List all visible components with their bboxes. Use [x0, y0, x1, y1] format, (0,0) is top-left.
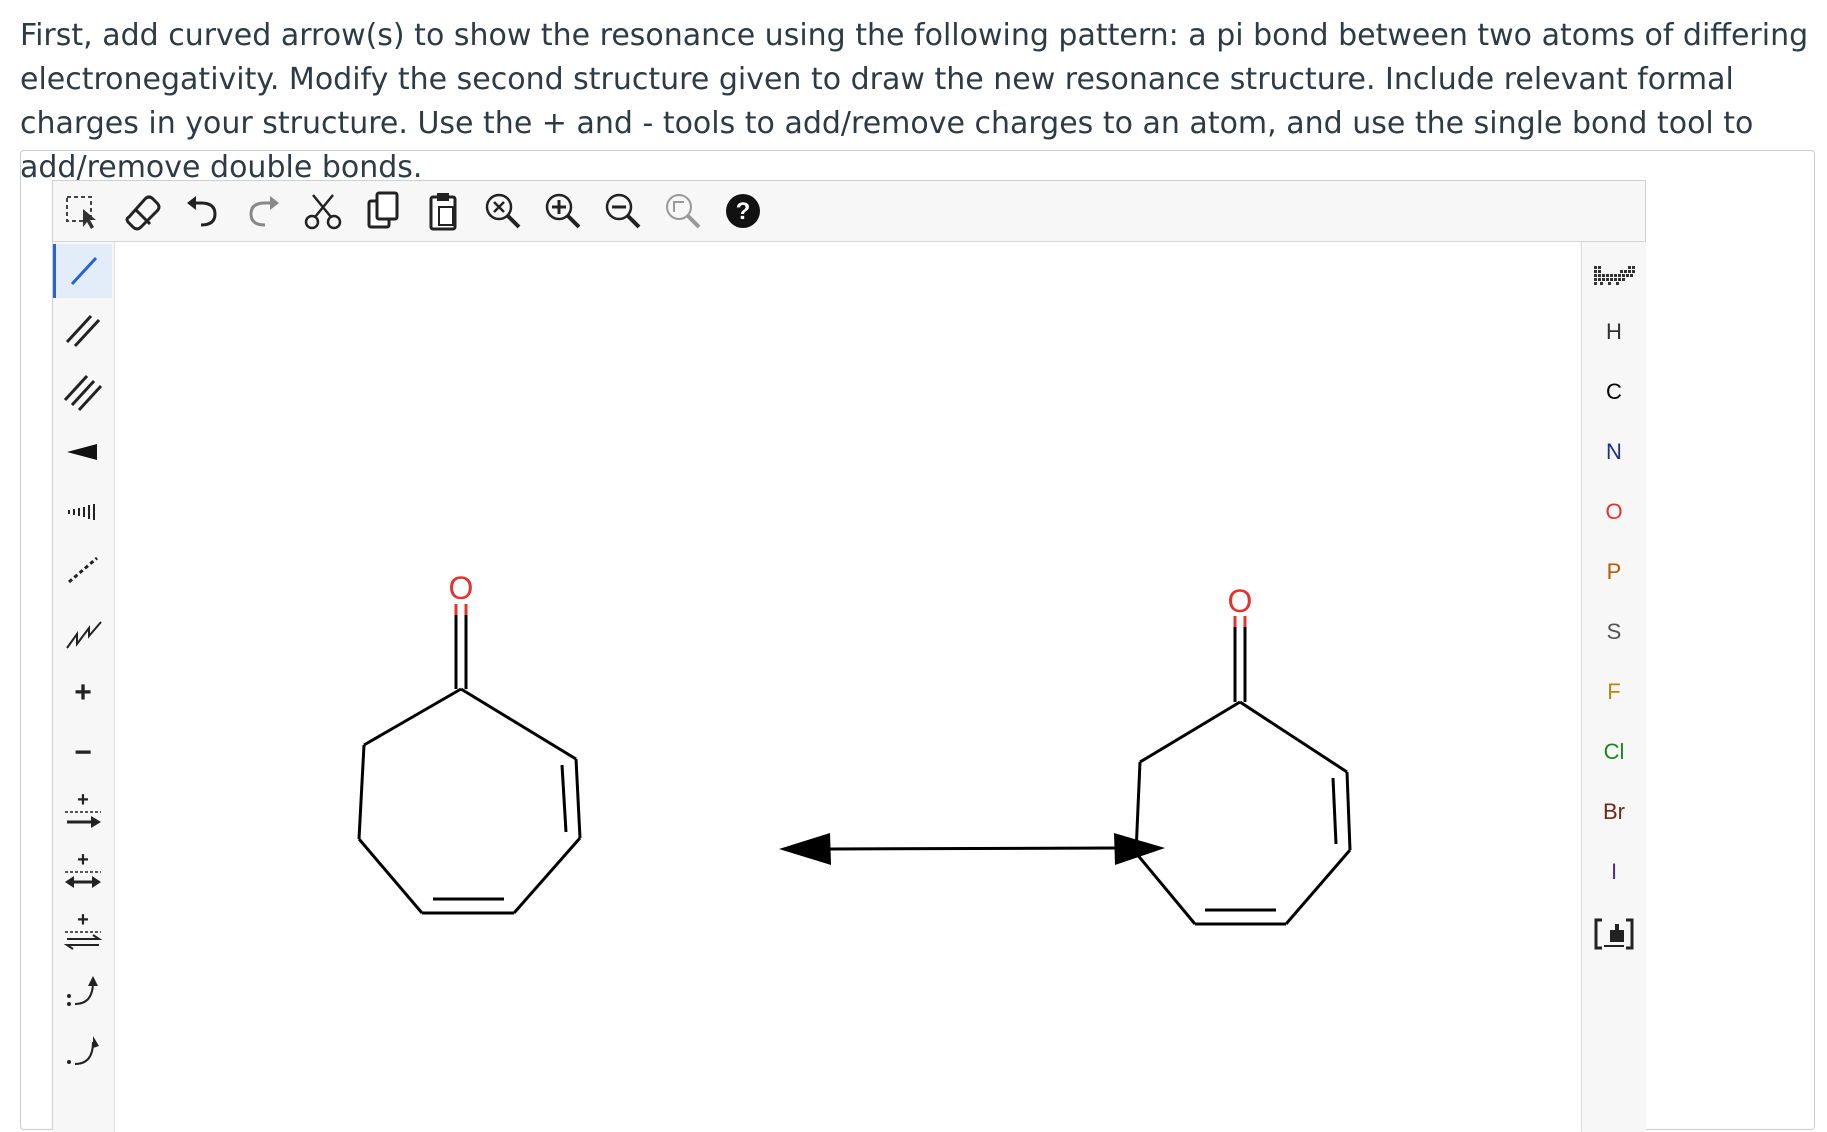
double-bond-inner [560, 764, 568, 833]
negative-charge-tool[interactable]: − [55, 724, 111, 778]
right-toolbar: H C N O P S F Cl Br I [1581, 242, 1646, 1132]
atom-f-button[interactable]: F [1582, 666, 1646, 718]
atom-p-label: P [1606, 559, 1622, 584]
oxygen-atom-label: O [449, 570, 474, 606]
double-bond-inner [1331, 777, 1338, 845]
bond [1239, 700, 1348, 774]
molecule-structures: O O [357, 570, 1352, 926]
bond [512, 837, 582, 914]
atom-br-button[interactable]: Br [1582, 786, 1646, 838]
eraser-icon[interactable] [119, 187, 167, 235]
left-toolbar: + − + + + [53, 242, 115, 1132]
drawing-canvas[interactable]: O O [115, 242, 1580, 1132]
electron-pair-arrow-tool[interactable] [55, 964, 111, 1018]
bond [1345, 771, 1352, 851]
reaction-arrow-tool[interactable]: + [55, 784, 111, 838]
triple-bond-tool[interactable] [55, 364, 111, 418]
atom-c-button[interactable]: C [1582, 366, 1646, 418]
atom-i-button[interactable]: I [1582, 846, 1646, 898]
atom-h-button[interactable]: H [1582, 306, 1646, 358]
copy-icon[interactable] [359, 187, 407, 235]
atom-c-label: C [1606, 379, 1622, 404]
zoom-fit-icon[interactable] [659, 187, 707, 235]
structure-1: O [357, 570, 582, 915]
help-label: ? [736, 198, 751, 225]
atom-n-label: N [1606, 439, 1622, 464]
atom-p-button[interactable]: P [1582, 546, 1646, 598]
resonance-arrow [779, 833, 1165, 865]
atom-n-button[interactable]: N [1582, 426, 1646, 478]
resonance-arrow-tool[interactable]: + [55, 844, 111, 898]
bond [1134, 761, 1142, 854]
bond [1139, 700, 1241, 764]
zoom-reset-icon[interactable] [479, 187, 527, 235]
svg-text:+: + [77, 849, 89, 871]
atom-s-label: S [1606, 619, 1622, 644]
select-tool-icon[interactable] [59, 187, 107, 235]
bond [460, 687, 577, 761]
bond [574, 758, 582, 839]
atom-o-label: O [1605, 499, 1623, 524]
atom-cl-button[interactable]: Cl [1582, 726, 1646, 778]
svg-text:+: + [77, 909, 89, 931]
wedge-bond-tool[interactable] [55, 424, 111, 478]
equilibrium-arrow-tool[interactable]: + [55, 904, 111, 958]
dashed-bond-tool[interactable] [55, 544, 111, 598]
template-bracket-icon[interactable] [1588, 912, 1640, 956]
bond [1284, 849, 1352, 925]
help-icon[interactable]: ? [719, 187, 767, 235]
single-electron-arrow-tool[interactable] [55, 1024, 111, 1078]
single-bond-tool[interactable] [53, 244, 112, 298]
structure-2: O [1134, 583, 1352, 926]
positive-charge-tool[interactable]: + [55, 664, 111, 718]
bond [357, 744, 366, 840]
bond [357, 838, 424, 914]
atom-br-label: Br [1603, 799, 1625, 824]
zoom-out-icon[interactable] [599, 187, 647, 235]
oxygen-atom-label: O [1228, 583, 1253, 619]
top-toolbar: ? [53, 181, 1645, 242]
hash-bond-tool[interactable] [55, 484, 111, 538]
atom-i-label: I [1610, 859, 1618, 884]
undo-icon[interactable] [179, 187, 227, 235]
bond [1134, 852, 1197, 925]
negative-charge-label: − [74, 736, 92, 769]
atom-cl-label: Cl [1603, 739, 1625, 764]
bond [363, 687, 462, 747]
atom-h-label: H [1606, 319, 1622, 344]
redo-icon[interactable] [239, 187, 287, 235]
positive-charge-label: + [74, 676, 92, 709]
chain-tool[interactable] [55, 604, 111, 658]
periodic-table-icon[interactable] [1588, 256, 1640, 300]
paste-icon[interactable] [419, 187, 467, 235]
atom-f-label: F [1607, 679, 1621, 704]
atom-o-button[interactable]: O [1582, 486, 1646, 538]
zoom-in-icon[interactable] [539, 187, 587, 235]
cut-icon[interactable] [299, 187, 347, 235]
double-bond-tool[interactable] [55, 304, 111, 358]
atom-s-button[interactable]: S [1582, 606, 1646, 658]
svg-text:+: + [77, 789, 89, 811]
